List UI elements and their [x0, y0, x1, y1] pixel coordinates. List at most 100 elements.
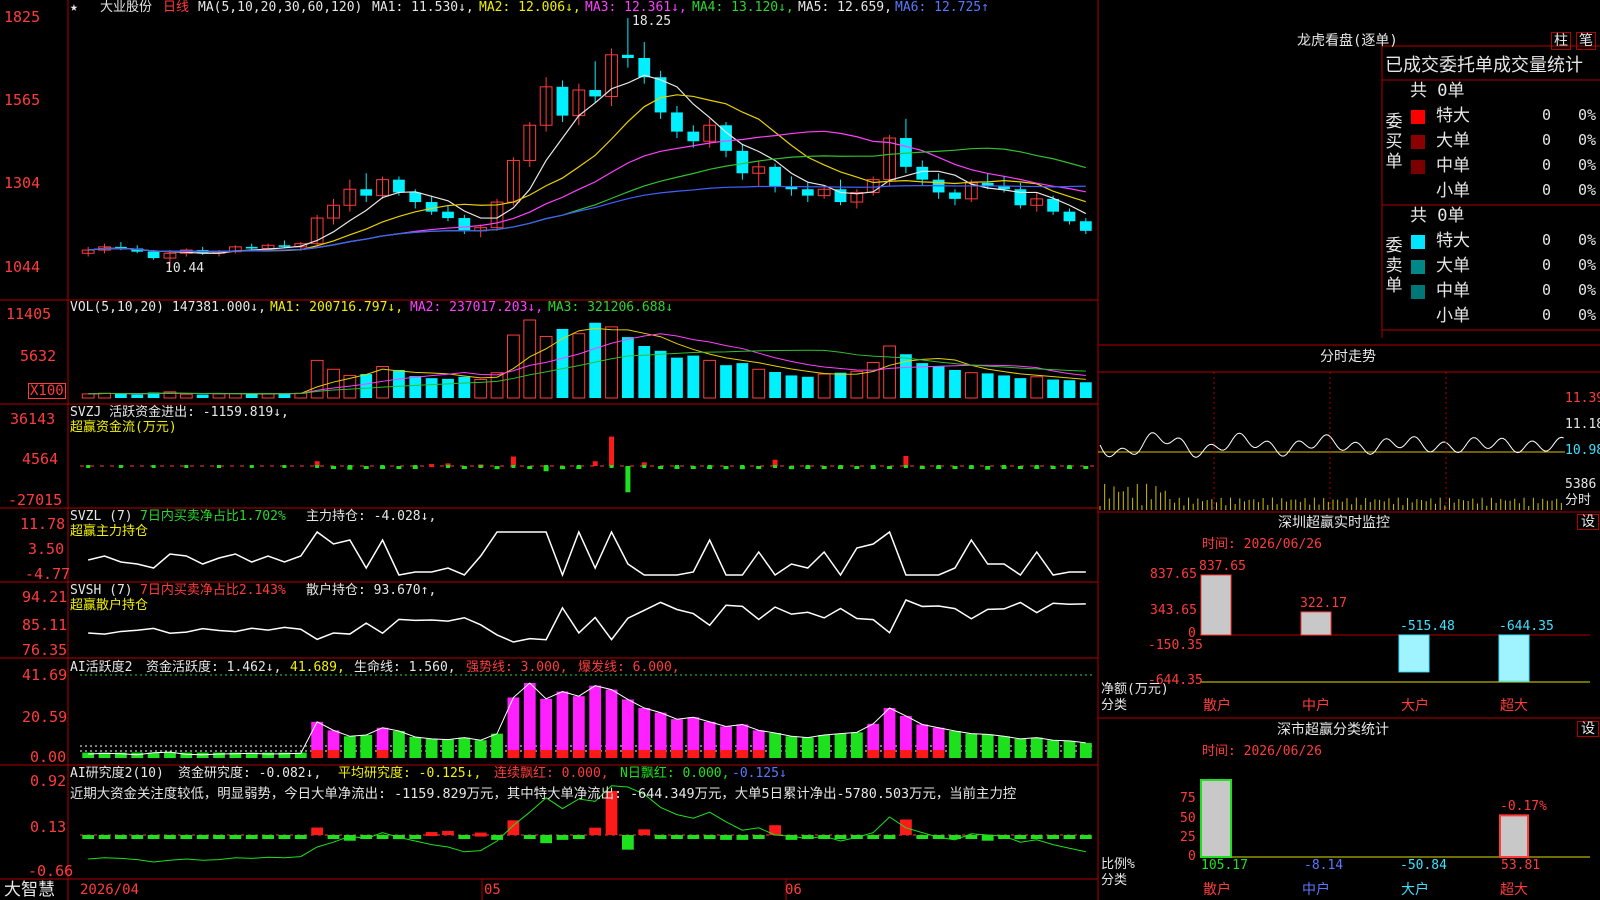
research-bar: [147, 835, 160, 839]
svsh-mid: 7日内买卖净占比2.143%: [140, 583, 286, 598]
buy-order-percent: 0%: [1578, 131, 1597, 149]
volume-bar: [556, 328, 569, 398]
tick-mode-button[interactable]: 笔: [1576, 32, 1596, 50]
volume-bar: [360, 374, 373, 398]
activity-bar: [425, 738, 438, 758]
flow-tick: [478, 465, 483, 468]
candle-body: [1063, 211, 1076, 222]
volume-bar: [621, 337, 634, 398]
vol-ma2: MA2: 237017.203↓,: [410, 300, 544, 315]
activity-bar: [1047, 740, 1060, 758]
stats-bar: [1200, 779, 1232, 858]
buy-order-swatch: [1411, 160, 1425, 174]
flow-bar: [952, 466, 958, 469]
candle-body: [393, 179, 405, 193]
activity-bar-base: [311, 750, 324, 758]
buy-orders-label: 委买单: [1385, 112, 1403, 172]
volume-bar: [932, 366, 945, 398]
volume-bar: [442, 378, 454, 398]
bar-mode-button[interactable]: 柱: [1551, 32, 1571, 50]
sell-order-count: 0: [1542, 231, 1552, 249]
flow-tick: [609, 465, 614, 468]
buy-order-swatch: [1411, 135, 1425, 149]
monitor-value: 322.17: [1300, 596, 1347, 611]
activity-bar-base: [507, 750, 520, 758]
candle-body: [621, 54, 634, 59]
flow-bar: [821, 466, 827, 469]
activity-bar: [1014, 738, 1027, 758]
vol-axis-label: 11405: [6, 305, 52, 323]
research-bar: [327, 835, 340, 839]
flow-tick: [445, 465, 450, 468]
flow-bar: [756, 466, 762, 469]
activity-bar-base: [556, 750, 569, 758]
stats-settings-button[interactable]: 设: [1577, 721, 1599, 737]
research-bar: [164, 835, 176, 839]
vol-value: 147381.000↓,: [172, 300, 266, 315]
ai2-axis-label: 0.13: [30, 818, 67, 836]
research-bar: [1014, 835, 1027, 839]
volume-bar: [866, 361, 880, 399]
sell-order-percent: 0%: [1578, 306, 1597, 324]
volume-bar: [752, 368, 766, 399]
activity-bar: [507, 697, 520, 750]
star-icon: ★: [70, 0, 78, 15]
activity-bar: [654, 712, 667, 750]
volume-bar: [703, 359, 717, 399]
sell-order-percent: 0%: [1578, 281, 1597, 299]
ma3-value: MA3: 12.361↓,: [585, 0, 687, 15]
ai1-lifeline: 生命线: 1.560,: [354, 660, 456, 675]
ai2-tail: -0.125↓: [732, 766, 787, 781]
flow-bar: [625, 466, 631, 493]
activity-bar: [442, 739, 454, 758]
monitor-title: 深圳超赢实时监控: [1278, 515, 1390, 531]
main-chart-canvas[interactable]: [0, 0, 1600, 900]
ai1-burst: 爆发线: 6.000,: [578, 660, 680, 675]
activity-bar-base: [605, 750, 618, 758]
period-label[interactable]: 日线: [163, 1, 189, 15]
volume-bar: [654, 350, 667, 398]
activity-bar: [589, 685, 602, 750]
flow-tick: [1002, 465, 1007, 468]
volume-bar: [409, 376, 422, 398]
sell-order-percent: 0%: [1578, 231, 1597, 249]
sell-order-swatch: [1411, 260, 1425, 274]
research-bar: [262, 835, 274, 839]
stats-value: 105.17: [1201, 858, 1248, 873]
activity-bar: [213, 752, 225, 758]
activity-bar: [1030, 737, 1043, 758]
stats-axis-label: 75: [1180, 791, 1196, 806]
candle-body: [556, 86, 569, 116]
candle-body: [671, 112, 683, 132]
buy-order-count: 0: [1542, 156, 1552, 174]
activity-bar: [393, 731, 405, 758]
price-high-label: 18.25: [632, 14, 672, 29]
flow-bar: [658, 466, 664, 469]
candle-body: [654, 77, 667, 113]
research-bar: [294, 835, 307, 839]
candle-body: [360, 189, 373, 196]
svsh-title: SVSH (7): [70, 583, 133, 598]
flow-tick: [151, 465, 156, 468]
research-bar: [196, 835, 209, 839]
activity-bar: [327, 730, 340, 750]
research-bar: [114, 835, 127, 839]
research-bar: [425, 832, 438, 837]
activity-bar: [360, 734, 373, 758]
research-bar: [671, 835, 683, 839]
activity-bar-base: [654, 750, 667, 758]
flow-bar: [788, 466, 794, 470]
activity-bar: [949, 731, 961, 758]
stock-name[interactable]: 大业股份: [100, 1, 152, 15]
research-bar: [1047, 835, 1060, 839]
volume-bar: [834, 372, 847, 398]
monitor-settings-button[interactable]: 设: [1577, 514, 1599, 530]
monitor-bar: [1200, 574, 1232, 636]
activity-bar: [883, 708, 896, 750]
svzj-subtitle: 超赢资金流(万元): [70, 420, 177, 435]
flow-tick: [249, 465, 254, 468]
activity-bar: [818, 734, 831, 758]
flow-bar: [723, 466, 729, 470]
sell-order-type-label: 大单: [1436, 256, 1470, 276]
candle-body: [736, 150, 749, 174]
